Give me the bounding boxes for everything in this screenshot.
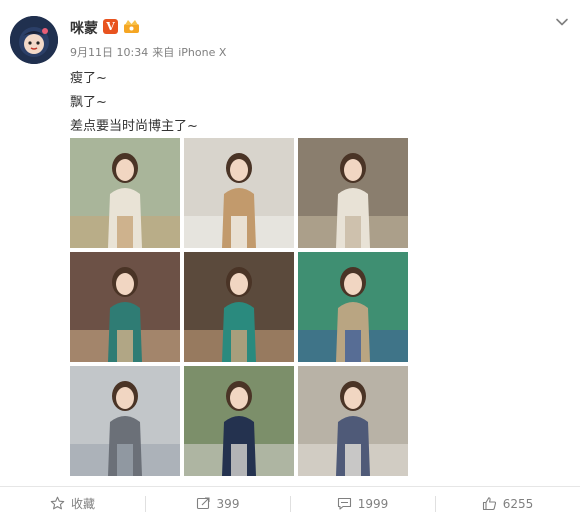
photo-9[interactable] [298,366,408,476]
username[interactable]: 咪蒙 [70,18,98,38]
photo-1[interactable] [70,138,180,248]
comment-button[interactable]: 1999 [290,487,435,520]
favorite-label: 收藏 [70,497,95,511]
like-count: 6255 [502,496,534,511]
photo-7[interactable] [70,366,180,476]
action-bar: 收藏 399 1999 6255 [0,487,580,520]
photo-8[interactable] [184,366,294,476]
repost-icon [196,496,211,511]
photo-3[interactable] [298,138,408,248]
photo-5[interactable] [184,252,294,362]
favorite-button[interactable]: 收藏 [0,487,145,520]
post-text-line: 差点要当时尚博主了~ [70,119,198,134]
source-prefix: 来自 [152,46,175,59]
post-source[interactable]: iPhone X [178,46,226,59]
post-timestamp[interactable]: 9月11日 10:34 [70,46,148,59]
comment-icon [337,496,352,511]
like-button[interactable]: 6255 [435,487,580,520]
post-text: 瘦了~ 飘了~ 差点要当时尚博主了~ [70,67,198,139]
post-text-line: 瘦了~ [70,71,107,86]
comment-count: 1999 [357,496,389,511]
post-text-line: 飘了~ [70,95,107,110]
post-meta: 9月11日 10:34 来自 iPhone X [70,44,230,60]
weibo-post-card: 咪蒙 V 9月11日 10:34 来自 iPhone X 瘦了~ 飘了~ 差点要当时… [0,0,580,520]
avatar-illustration [10,16,58,64]
repost-button[interactable]: 399 [145,487,290,520]
photo-6[interactable] [298,252,408,362]
photo-4[interactable] [70,252,180,362]
chevron-down-icon[interactable] [554,14,570,30]
thumbs-up-icon [482,496,497,511]
photo-2[interactable] [184,138,294,248]
star-icon [50,496,65,511]
avatar[interactable] [10,16,58,64]
crown-badge-icon [123,19,140,34]
verified-badge-icon: V [103,19,118,34]
repost-count: 399 [216,496,240,511]
